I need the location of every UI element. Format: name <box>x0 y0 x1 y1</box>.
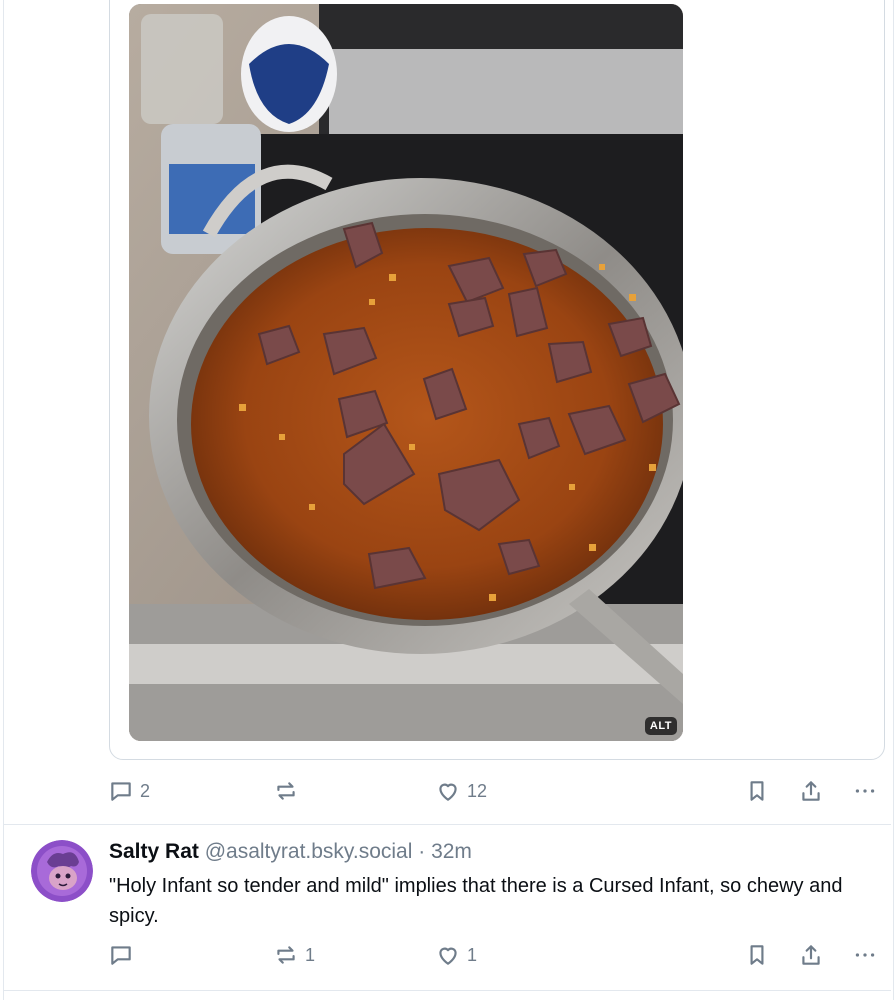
heart-icon <box>439 947 457 965</box>
more-options-button[interactable] <box>852 776 878 806</box>
repost-button[interactable]: 1 <box>273 940 315 970</box>
share-upload-icon <box>802 781 820 801</box>
alt-text-badge[interactable]: ALT <box>644 717 677 735</box>
bookmark-icon <box>750 781 764 801</box>
like-button[interactable]: 12 <box>435 776 487 806</box>
bookmark-button[interactable] <box>744 940 770 970</box>
like-count: 1 <box>467 944 478 965</box>
speech-bubble-icon <box>111 946 131 965</box>
reply-divider <box>3 990 891 991</box>
more-options-button[interactable] <box>852 940 878 970</box>
share-button[interactable] <box>798 776 824 806</box>
reply-header: Salty Rat @asaltyrat.bsky.social · 32m <box>109 840 472 864</box>
timestamp[interactable]: 32m <box>431 840 472 863</box>
share-button[interactable] <box>798 940 824 970</box>
rat-character-avatar-illustration <box>31 840 93 902</box>
ellipsis-icon <box>855 789 875 793</box>
separator-dot: · <box>418 840 426 863</box>
repost-arrows-icon <box>277 782 295 800</box>
stew-photo-illustration <box>129 4 683 741</box>
repost-arrows-icon <box>277 946 295 964</box>
display-name[interactable]: Salty Rat <box>109 840 199 863</box>
reply-body-text: "Holy Infant so tender and mild" implies… <box>109 875 843 927</box>
like-count: 12 <box>467 780 488 801</box>
bookmark-button[interactable] <box>744 776 770 806</box>
post-image-stew-pan[interactable]: ALT <box>129 4 683 741</box>
bookmark-icon <box>750 945 764 965</box>
like-button[interactable]: 1 <box>435 940 477 970</box>
user-handle[interactable]: @asaltyrat.bsky.social <box>205 840 413 863</box>
repost-button[interactable] <box>273 776 305 806</box>
reply-action-bar: 1 1 <box>108 940 878 970</box>
repost-count: 1 <box>305 944 316 965</box>
post-action-bar: 2 12 <box>108 776 878 806</box>
share-upload-icon <box>802 945 820 965</box>
reply-count: 2 <box>140 780 151 801</box>
reply-button[interactable] <box>108 940 140 970</box>
reply-button[interactable]: 2 <box>108 776 150 806</box>
heart-icon <box>439 783 457 801</box>
avatar[interactable] <box>31 840 93 902</box>
speech-bubble-icon <box>111 782 131 801</box>
ellipsis-icon <box>855 953 875 957</box>
post-divider <box>3 824 891 825</box>
